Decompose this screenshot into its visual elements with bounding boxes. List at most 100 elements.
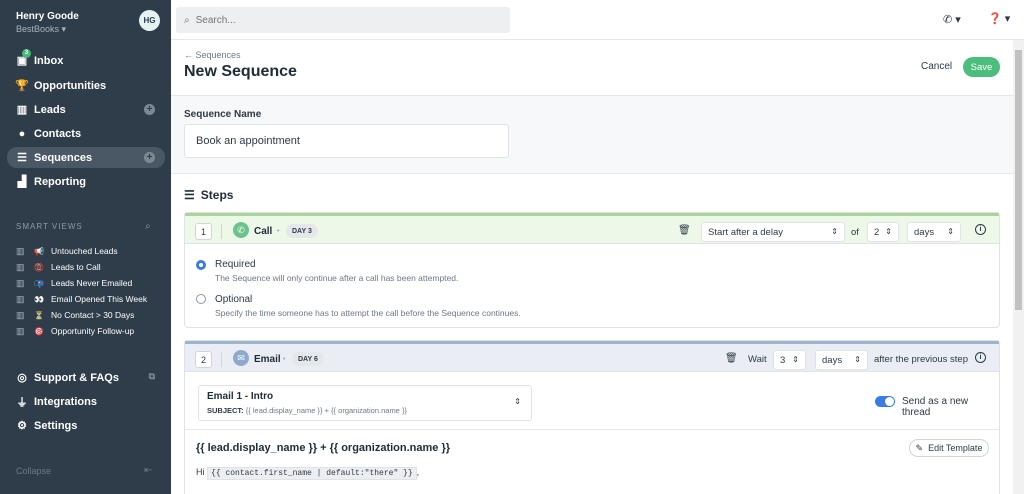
day-badge: DAY 3: [286, 224, 318, 238]
phone-icon: ✆: [233, 222, 249, 238]
option-description: The Sequence will only continue after a …: [215, 273, 459, 283]
top-bar: ⌕ ✆ ▾ ❓ ▾: [171, 0, 1024, 40]
step-number: 2: [195, 351, 212, 368]
nav-sequences[interactable]: ☰ Sequences +: [7, 147, 165, 168]
emoji-icon: 📭: [34, 278, 44, 288]
chevron-icon: ⇕: [831, 227, 838, 236]
sequence-name-label: Sequence Name: [184, 109, 262, 120]
nav-contacts[interactable]: ● Contacts: [7, 123, 165, 144]
inbox-badge: 3: [22, 48, 31, 58]
edit-template-button[interactable]: ✎ Edit Template: [909, 439, 989, 457]
delay-value-stepper[interactable]: 2 ⇕: [867, 222, 899, 242]
email-subject-heading: {{ lead.display_name }} + {{ organizatio…: [196, 442, 451, 454]
step-type: Email: [254, 354, 281, 365]
step-number: 1: [195, 223, 212, 240]
chevron-icon: ⇕: [947, 227, 954, 236]
collapse-button[interactable]: Collapse: [16, 466, 51, 476]
breadcrumb[interactable]: ← Sequences: [184, 50, 241, 60]
help-icon[interactable]: ❓ ▾: [988, 12, 1010, 25]
sequence-name-input[interactable]: [184, 124, 509, 158]
stepper-icon: ⇕: [792, 355, 799, 364]
smart-view-label: Email Opened This Week: [51, 294, 148, 304]
scrollbar-thumb[interactable]: [1015, 50, 1022, 310]
building-icon: ▥: [16, 104, 28, 116]
divider: [221, 224, 222, 239]
divider: [171, 95, 1013, 96]
emoji-icon: ⏳: [34, 310, 44, 320]
smart-view-item[interactable]: ▥ 📢 Untouched Leads: [16, 244, 118, 258]
nav-label: Sequences: [34, 151, 93, 164]
nav-leads[interactable]: ▥ Leads +: [7, 99, 165, 120]
smart-view-label: No Contact > 30 Days: [51, 310, 135, 320]
template-subject: SUBJECT: {{ lead.display_name }} + {{ or…: [207, 406, 407, 415]
info-icon[interactable]: i: [975, 224, 986, 235]
search-input[interactable]: [195, 14, 476, 26]
nav-label: Reporting: [34, 175, 86, 188]
building-icon: ▥: [16, 309, 25, 320]
nav-support[interactable]: ◎ Support & FAQs ⧉: [7, 367, 165, 388]
cancel-button[interactable]: Cancel: [921, 61, 952, 72]
emoji-icon: 👀: [34, 294, 44, 304]
smart-view-item[interactable]: ▥ 🎯 Opportunity Follow-up: [16, 324, 134, 338]
divider: [171, 173, 1013, 174]
building-icon: ▥: [16, 293, 25, 304]
trophy-icon: 🏆: [15, 80, 29, 92]
save-button[interactable]: Save: [963, 57, 1000, 77]
trash-icon[interactable]: 🗑: [678, 225, 691, 236]
nav-reporting[interactable]: ▟ Reporting: [7, 171, 165, 192]
list-icon: ☰: [184, 188, 195, 202]
search-icon[interactable]: ⌕: [145, 221, 151, 232]
phone-icon[interactable]: ✆ ▾: [943, 13, 961, 26]
nav-integrations[interactable]: ⏚ Integrations: [7, 391, 165, 412]
wait-label: Wait: [748, 354, 767, 365]
plug-icon: ⏚: [16, 396, 28, 409]
smart-view-item[interactable]: ▥ 📵 Leads to Call: [16, 260, 101, 274]
wait-unit-select[interactable]: days ⇕: [815, 350, 868, 370]
add-lead-icon[interactable]: +: [144, 104, 155, 115]
required-radio[interactable]: [196, 260, 206, 270]
delay-select[interactable]: Start after a delay ⇕: [701, 222, 845, 242]
nav-label: Integrations: [34, 395, 97, 408]
smart-view-item[interactable]: ▥ 👀 Email Opened This Week: [16, 292, 147, 306]
add-sequence-icon[interactable]: +: [144, 152, 155, 163]
avatar[interactable]: HG: [139, 10, 160, 31]
optional-radio[interactable]: [196, 294, 206, 304]
smart-view-label: Opportunity Follow-up: [51, 326, 135, 336]
nav-label: Inbox: [34, 54, 64, 67]
steps-title: ☰ Steps: [184, 188, 234, 202]
new-thread-toggle[interactable]: [875, 396, 895, 407]
collapse-icon[interactable]: ⇤: [144, 465, 152, 476]
stepper-icon: ⇕: [885, 227, 892, 236]
nav-settings[interactable]: ⚙ Settings: [7, 415, 165, 436]
nav-label: Contacts: [34, 127, 82, 140]
day-badge: DAY 6: [292, 352, 324, 366]
smart-view-label: Leads Never Emailed: [51, 278, 133, 288]
smart-view-item[interactable]: ▥ 📭 Leads Never Emailed: [16, 276, 132, 290]
pencil-icon: ✎: [915, 442, 924, 453]
nav-inbox[interactable]: ▣ 3 Inbox: [7, 48, 165, 71]
delay-unit-select[interactable]: days ⇕: [907, 222, 961, 242]
smart-views-title: SMART VIEWS: [16, 222, 83, 231]
template-select[interactable]: Email 1 - Intro SUBJECT: {{ lead.display…: [198, 385, 532, 421]
building-icon: ▥: [16, 245, 25, 256]
template-variable: {{ contact.first_name | default:"there" …: [207, 467, 417, 480]
gear-icon: ⚙: [17, 420, 27, 432]
smart-view-label: Leads to Call: [51, 262, 101, 272]
building-icon: ▥: [16, 277, 25, 288]
step-header: 1 ✆ Call • DAY 3 🗑 Start after a delay ⇕ …: [185, 213, 999, 244]
building-icon: ▥: [16, 261, 25, 272]
person-icon: ●: [18, 127, 26, 140]
main-content: ← Sequences New Sequence Cancel Save Seq…: [171, 40, 1013, 494]
trash-icon[interactable]: 🗑: [725, 353, 738, 364]
user-menu[interactable]: Henry Goode BestBooks ▾: [16, 11, 79, 35]
org-name[interactable]: BestBooks ▾: [16, 24, 79, 35]
building-icon: ▥: [16, 325, 25, 336]
nav-label: Support & FAQs: [34, 371, 119, 384]
info-icon[interactable]: i: [975, 352, 986, 363]
email-icon: ✉: [233, 350, 249, 366]
toggle-label: Send as a new thread: [902, 396, 969, 418]
search-box[interactable]: ⌕: [176, 7, 510, 33]
nav-opportunities[interactable]: 🏆 Opportunities: [7, 75, 165, 96]
smart-view-item[interactable]: ▥ ⏳ No Contact > 30 Days: [16, 308, 134, 322]
wait-value-stepper[interactable]: 3 ⇕: [773, 350, 806, 370]
